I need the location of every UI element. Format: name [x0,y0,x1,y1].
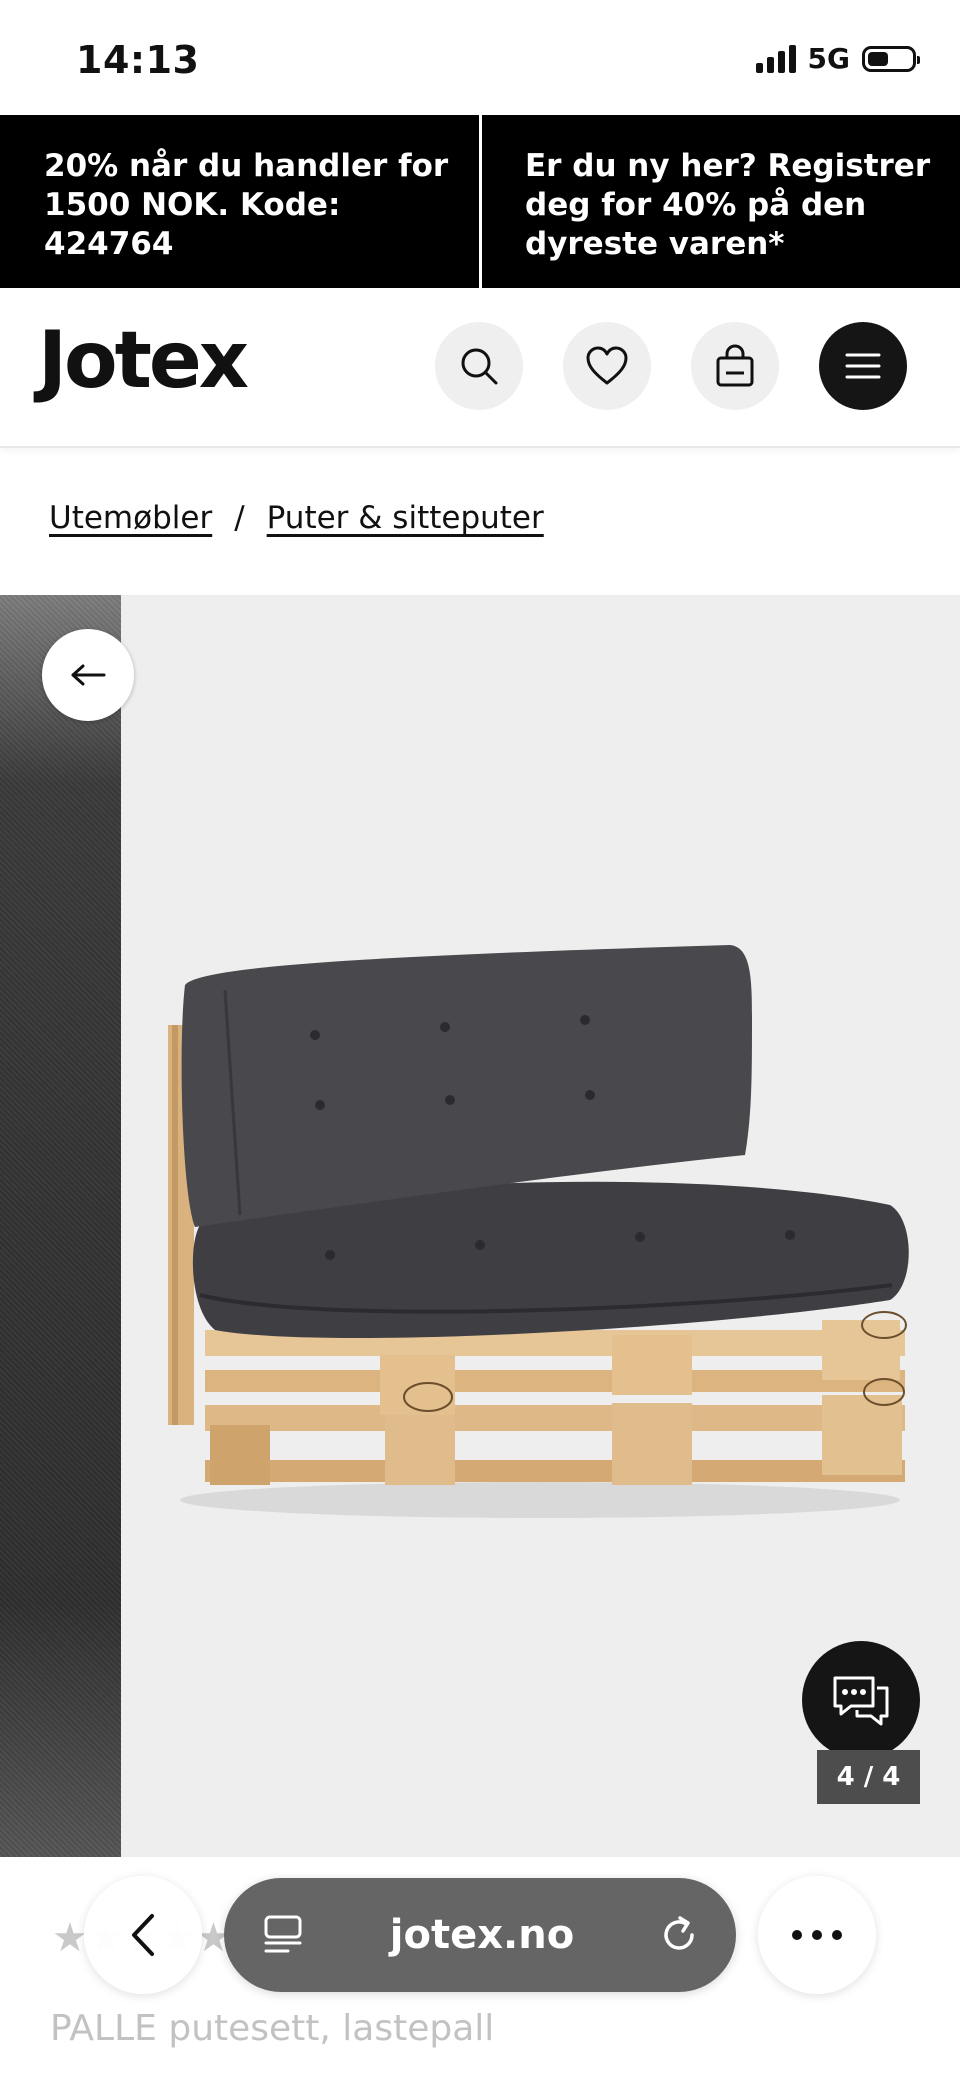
status-indicators: 5G [755,42,920,75]
site-header: Jotex [0,288,960,448]
cart-button[interactable] [691,322,779,410]
promo-banner: 20% når du handler for 1500 NOK. Kode: 4… [0,115,960,288]
browser-back-button[interactable] [84,1876,202,1994]
battery-icon [862,45,920,72]
browser-more-button[interactable] [758,1876,876,1994]
breadcrumb-link-cushions[interactable]: Puter & sitteputer [267,500,544,536]
search-button[interactable] [435,322,523,410]
address-bar[interactable]: jotex.no [224,1878,736,1992]
reload-icon[interactable] [656,1912,702,1958]
signal-icon [755,44,796,73]
arrow-left-icon [71,664,106,686]
more-icon [792,1930,842,1940]
chevron-left-icon [132,1914,154,1956]
wishlist-button[interactable] [563,322,651,410]
status-time: 14:13 [76,38,200,82]
url-text[interactable]: jotex.no [308,1912,656,1958]
logo[interactable]: Jotex [38,316,249,406]
product-title: PALLE putesett, lastepall [50,2008,495,2049]
chat-button[interactable] [802,1641,920,1759]
chat-icon [833,1676,889,1726]
search-icon [461,348,498,385]
gallery-previous-button[interactable] [42,629,134,721]
image-counter: 4 / 4 [817,1750,920,1804]
network-label: 5G [807,42,850,75]
breadcrumb: Utemøbler / Puter & sitteputer [49,500,544,536]
bag-icon [716,344,754,387]
tabs-icon [264,1915,302,1953]
menu-button[interactable] [819,322,907,410]
promo-register[interactable]: Er du ny her? Registrer deg for 40% på d… [479,115,960,288]
product-gallery[interactable]: 4 / 4 [0,595,960,1857]
heart-icon [586,346,628,385]
promo-discount[interactable]: 20% når du handler for 1500 NOK. Kode: 4… [0,115,479,288]
status-bar: 14:13 5G [0,0,960,115]
menu-icon [845,353,881,379]
breadcrumb-link-outdoor-furniture[interactable]: Utemøbler [49,500,212,536]
breadcrumb-separator: / [234,500,245,536]
